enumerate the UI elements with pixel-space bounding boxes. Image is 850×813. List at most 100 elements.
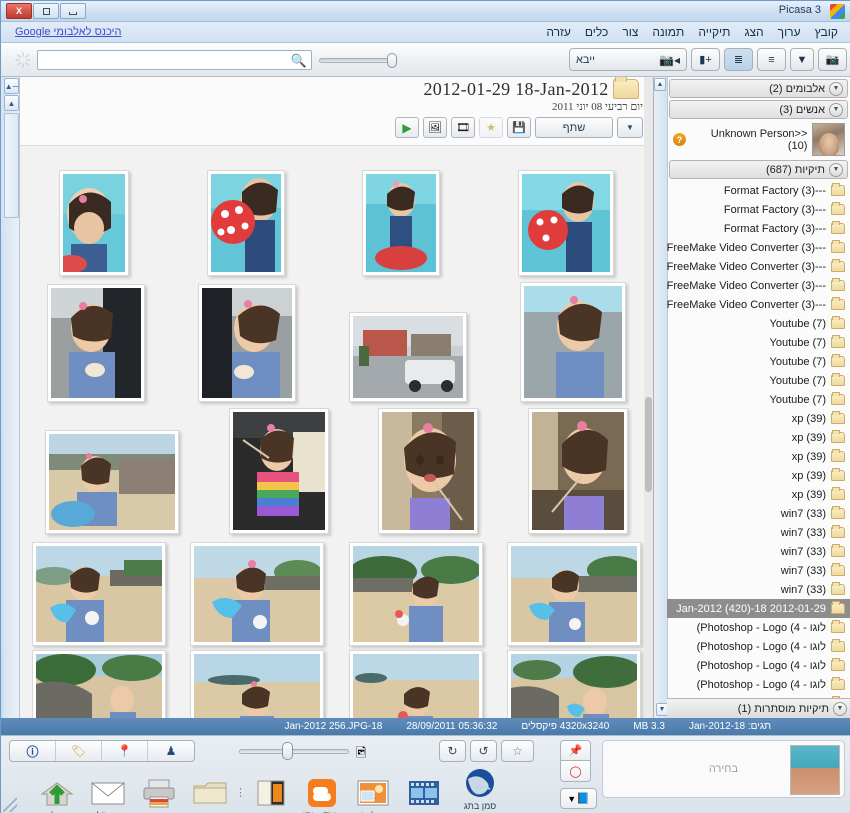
photo-thumb[interactable] bbox=[506, 542, 641, 646]
add-to-album-button[interactable]: ▼ 📘 bbox=[560, 788, 597, 809]
tags-button[interactable]: 🏷 bbox=[56, 741, 102, 761]
photo-thumb[interactable] bbox=[190, 542, 325, 646]
photo-thumb[interactable] bbox=[528, 408, 629, 534]
restore-window-button[interactable] bbox=[33, 3, 59, 19]
pin-selection-button[interactable]: 📌 bbox=[560, 740, 591, 761]
menu-file[interactable]: קובץ bbox=[808, 23, 845, 41]
sidebar-folder-item[interactable]: ---FreeMake Video Converter (3) bbox=[667, 238, 850, 257]
sidebar-folder-item[interactable]: ---Format Factory (3) bbox=[667, 181, 850, 200]
sidebar-folder-item[interactable]: win7 (33) bbox=[667, 580, 850, 599]
photo-thumb[interactable] bbox=[506, 650, 641, 718]
photo-thumb[interactable] bbox=[348, 650, 483, 718]
import-button[interactable]: ◂📷 ייבא bbox=[569, 48, 687, 71]
shop-button[interactable]: קנה bbox=[245, 776, 296, 813]
star-button[interactable]: ★ bbox=[479, 117, 503, 138]
sidebar-folder-item[interactable]: Youtube (7) bbox=[667, 390, 850, 409]
people-button[interactable]: ♟ bbox=[148, 741, 194, 761]
movie-button[interactable]: סרט bbox=[398, 776, 449, 813]
search-zoom-slider[interactable] bbox=[319, 58, 394, 63]
rotate-right-button[interactable]: ↻ bbox=[439, 740, 466, 762]
chevron-down-icon[interactable]: ▼ bbox=[829, 102, 843, 117]
sidebar-folder-item[interactable]: ---Format Factory (3) bbox=[667, 219, 850, 238]
tray-box[interactable]: בחירה bbox=[602, 740, 845, 798]
blogthis-button[interactable]: BlogThis! bbox=[296, 776, 347, 813]
print-button[interactable]: הדפס bbox=[133, 776, 184, 813]
sidebar-hidden-folders[interactable]: ▼ תיקיות מוסתרות (1) bbox=[667, 698, 850, 718]
grid-view-icon[interactable]: ≣ bbox=[724, 48, 753, 71]
left-scrollbar[interactable]: ▲─ ▲ bbox=[3, 77, 20, 718]
sidebar-folder-item[interactable]: win7 (33) bbox=[667, 504, 850, 523]
photo-thumb[interactable] bbox=[348, 542, 483, 646]
thumb-size-slider[interactable] bbox=[239, 749, 349, 754]
chevron-down-icon[interactable]: ▼ bbox=[833, 701, 847, 716]
places-button[interactable]: 📍 bbox=[102, 741, 148, 761]
menu-create[interactable]: צור bbox=[615, 23, 645, 41]
photo-thumb[interactable] bbox=[190, 650, 325, 718]
left-scroll-thumb[interactable] bbox=[4, 113, 19, 218]
photo-thumb[interactable] bbox=[206, 170, 285, 276]
clear-selection-button[interactable]: ◯ bbox=[560, 761, 591, 782]
google-signin-link[interactable]: היכנס לאלבומי Google bbox=[15, 26, 121, 38]
sidebar-folder-item[interactable]: ---Format Factory (3) bbox=[667, 200, 850, 219]
sidebar-folder-item[interactable]: win7 (33) bbox=[667, 542, 850, 561]
upload-button[interactable]: העלה bbox=[31, 776, 82, 813]
sidebar-folder-item[interactable]: Youtube (7) bbox=[667, 333, 850, 352]
photo-thumb[interactable] bbox=[520, 282, 627, 402]
sidebar-folder-item[interactable]: ---FreeMake Video Converter (3) bbox=[667, 295, 850, 314]
sidebar-folder-item[interactable]: xp (39) bbox=[667, 409, 850, 428]
photo-thumb[interactable] bbox=[228, 408, 329, 534]
sidebar-folder-item[interactable]: 2012-01-29 18-Jan-2012 (420) bbox=[667, 599, 850, 618]
more-options-icon[interactable]: ⋮ bbox=[235, 786, 246, 813]
menu-folder[interactable]: תיקייה bbox=[691, 23, 737, 41]
star-rating-button[interactable]: ☆ bbox=[501, 740, 534, 762]
chevron-down-icon[interactable]: ▼ bbox=[829, 81, 843, 96]
menu-view[interactable]: הצג bbox=[737, 23, 770, 41]
sidebar-folder-item[interactable]: win7 (33) bbox=[667, 561, 850, 580]
add-album-icon[interactable]: +▮ bbox=[691, 48, 720, 71]
thumb-size-knob[interactable] bbox=[282, 742, 293, 760]
sidebar-folder-item[interactable]: xp (39) bbox=[667, 447, 850, 466]
photo-thumb[interactable] bbox=[349, 312, 468, 402]
photo-thumb[interactable] bbox=[378, 408, 479, 534]
menu-picture[interactable]: תמונה bbox=[645, 23, 691, 41]
sidebar-folder-item[interactable]: Youtube (7) bbox=[667, 371, 850, 390]
share-button[interactable]: שתף bbox=[535, 117, 613, 138]
email-button[interactable]: דוא"ל bbox=[82, 776, 133, 813]
backup-icon[interactable]: 📷 bbox=[818, 48, 847, 71]
photo-thumb[interactable] bbox=[32, 650, 167, 718]
resize-grip[interactable] bbox=[3, 798, 17, 812]
sidebar-folder-item[interactable]: win7 (33) bbox=[667, 523, 850, 542]
sidebar-item-unknown-person[interactable]: <Unknown Person> (10) ? bbox=[670, 121, 848, 158]
photo-thumb[interactable] bbox=[44, 430, 179, 534]
collage-button[interactable]: קולאז' bbox=[347, 776, 398, 813]
sidebar-folder-item[interactable]: xp (39) bbox=[667, 428, 850, 447]
chevron-down-icon[interactable]: ▼ bbox=[829, 162, 843, 177]
share-dropdown-icon[interactable]: ▼ bbox=[617, 117, 643, 138]
slideshow-play-button[interactable]: ▶ bbox=[395, 117, 419, 138]
make-movie-button[interactable]: 🎞 bbox=[451, 117, 475, 138]
sidebar-folder-item[interactable]: Youtube (7) bbox=[667, 314, 850, 333]
sidebar-scrollbar[interactable]: ▲ ▼ bbox=[654, 77, 668, 718]
photo-thumb[interactable] bbox=[362, 170, 441, 276]
sidebar-folder-item[interactable]: xp (39) bbox=[667, 485, 850, 504]
menu-tools[interactable]: כלים bbox=[578, 23, 615, 41]
photo-thumb[interactable] bbox=[32, 542, 167, 646]
sidebar-folder-item[interactable]: לוגו - 4) Photoshop - Logo) bbox=[667, 656, 850, 675]
photo-thumb[interactable] bbox=[58, 170, 129, 276]
menu-help[interactable]: עזרה bbox=[539, 23, 578, 41]
sidebar-folder-item[interactable]: xp (39) bbox=[667, 466, 850, 485]
rotate-left-button[interactable]: ↺ bbox=[470, 740, 497, 762]
tray-thumbnail[interactable] bbox=[790, 745, 840, 795]
sidebar-folder-item[interactable]: Youtube (7) bbox=[667, 352, 850, 371]
sidebar-folder-item[interactable]: ---FreeMake Video Converter (3) bbox=[667, 257, 850, 276]
chevron-down-icon[interactable]: ▼ bbox=[790, 48, 814, 71]
minimize-window-button[interactable] bbox=[60, 3, 86, 19]
close-window-button[interactable]: X bbox=[6, 3, 32, 19]
make-collage-button[interactable]: 🖼 bbox=[423, 117, 447, 138]
sidebar-scroll-up-icon[interactable]: ▲ bbox=[654, 78, 666, 91]
grid-scroll-thumb[interactable] bbox=[645, 397, 652, 492]
info-button[interactable]: ⓘ bbox=[10, 741, 56, 761]
zoom-photo-icon[interactable]: 🖻 bbox=[356, 744, 366, 766]
scroll-up-icon[interactable]: ▲ bbox=[4, 95, 19, 111]
geotag-button[interactable]: סמן בתג גיאוגרפי bbox=[449, 766, 511, 813]
